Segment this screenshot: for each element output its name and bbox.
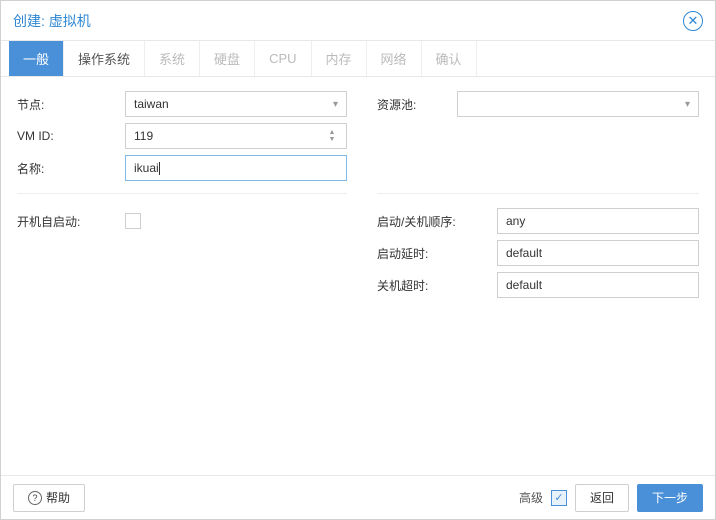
divider bbox=[377, 193, 699, 194]
dialog-header: 创建: 虚拟机 ✕ bbox=[1, 1, 715, 41]
help-icon: ? bbox=[28, 491, 42, 505]
advanced-label: 高级 bbox=[519, 489, 543, 506]
vmid-label: VM ID: bbox=[17, 129, 125, 143]
order-value: any bbox=[506, 214, 525, 228]
tab-memory: 内存 bbox=[312, 41, 367, 76]
pool-select[interactable]: ▾ bbox=[457, 91, 699, 117]
tab-confirm: 确认 bbox=[422, 41, 477, 76]
order-input[interactable]: any bbox=[497, 208, 699, 234]
chevron-down-icon: ▾ bbox=[685, 99, 690, 110]
form-content: 节点: taiwan ▾ VM ID: 119 ▲▼ 名称: ikuai bbox=[1, 77, 715, 475]
help-label: 帮助 bbox=[46, 489, 70, 506]
close-icon[interactable]: ✕ bbox=[683, 11, 703, 31]
create-vm-dialog: 创建: 虚拟机 ✕ 一般 操作系统 系统 硬盘 CPU 内存 网络 确认 节点:… bbox=[0, 0, 716, 520]
autostart-checkbox[interactable] bbox=[125, 213, 141, 229]
dialog-footer: ? 帮助 高级 ✓ 返回 下一步 bbox=[1, 475, 715, 519]
wizard-tabs: 一般 操作系统 系统 硬盘 CPU 内存 网络 确认 bbox=[1, 41, 715, 77]
tab-network: 网络 bbox=[367, 41, 422, 76]
tab-cpu: CPU bbox=[255, 41, 311, 76]
shutdown-timeout-label: 关机超时: bbox=[377, 277, 497, 294]
startup-delay-value: default bbox=[506, 246, 542, 260]
name-value: ikuai bbox=[134, 161, 160, 175]
chevron-down-icon: ▾ bbox=[333, 99, 338, 110]
tab-os[interactable]: 操作系统 bbox=[64, 41, 145, 76]
divider bbox=[17, 193, 347, 194]
name-input-wrapper[interactable]: ikuai bbox=[125, 155, 347, 181]
name-label: 名称: bbox=[17, 160, 125, 177]
tab-general[interactable]: 一般 bbox=[9, 41, 64, 76]
tab-disk: 硬盘 bbox=[200, 41, 255, 76]
help-button[interactable]: ? 帮助 bbox=[13, 484, 85, 512]
startup-delay-label: 启动延时: bbox=[377, 245, 497, 262]
pool-label: 资源池: bbox=[377, 96, 457, 113]
next-button[interactable]: 下一步 bbox=[637, 484, 703, 512]
back-button[interactable]: 返回 bbox=[575, 484, 629, 512]
node-label: 节点: bbox=[17, 96, 125, 113]
order-label: 启动/关机顺序: bbox=[377, 213, 497, 230]
tab-system: 系统 bbox=[145, 41, 200, 76]
advanced-checkbox[interactable]: ✓ bbox=[551, 490, 567, 506]
dialog-title: 创建: 虚拟机 bbox=[13, 11, 683, 31]
node-select[interactable]: taiwan ▾ bbox=[125, 91, 347, 117]
shutdown-timeout-input[interactable]: default bbox=[497, 272, 699, 298]
vmid-value: 119 bbox=[134, 129, 153, 143]
startup-delay-input[interactable]: default bbox=[497, 240, 699, 266]
shutdown-timeout-value: default bbox=[506, 278, 542, 292]
vmid-spinner[interactable]: 119 ▲▼ bbox=[125, 123, 347, 149]
spinner-arrows-icon[interactable]: ▲▼ bbox=[326, 129, 338, 143]
node-value: taiwan bbox=[134, 97, 169, 111]
autostart-label: 开机自启动: bbox=[17, 213, 125, 230]
